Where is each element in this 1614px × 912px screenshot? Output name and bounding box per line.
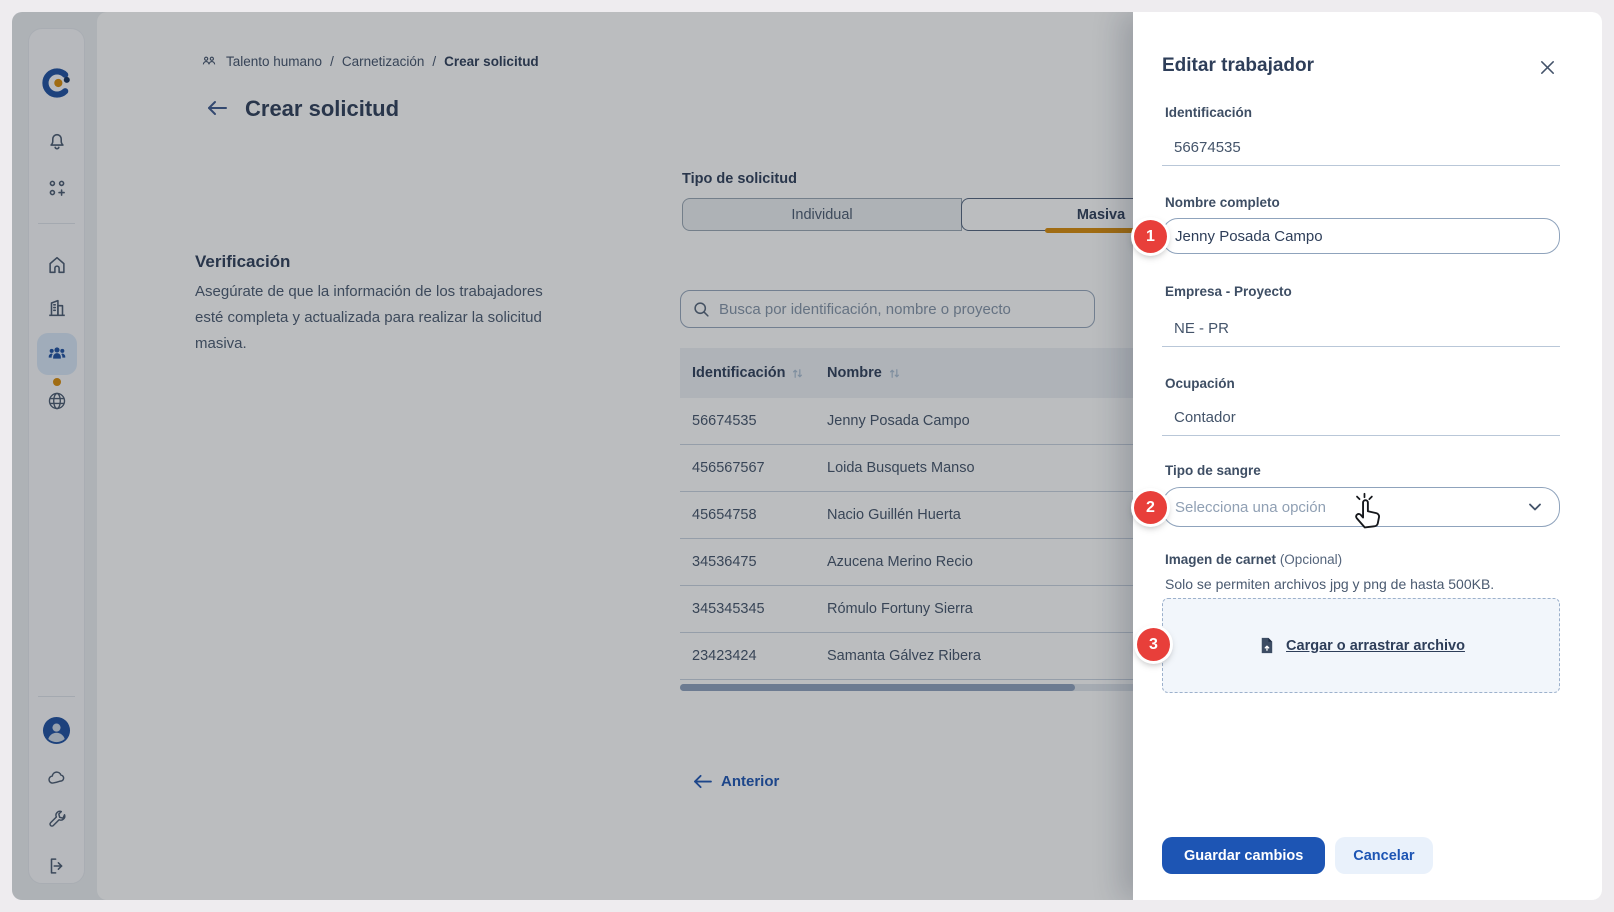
full-name-label: Nombre completo	[1165, 195, 1280, 210]
file-upload-icon	[1257, 636, 1276, 655]
cursor-pointer-icon	[1346, 490, 1390, 539]
file-dropzone[interactable]: Cargar o arrastrar archivo	[1162, 598, 1560, 693]
identification-label: Identificación	[1165, 105, 1252, 120]
annotation-badge-1: 1	[1134, 220, 1167, 253]
blood-type-label: Tipo de sangre	[1165, 463, 1261, 478]
full-name-field	[1162, 218, 1560, 254]
card-image-label: Imagen de carnet (Opcional)	[1165, 552, 1342, 567]
panel-actions: Guardar cambios Cancelar	[1162, 837, 1433, 874]
company-project-value: NE - PR	[1162, 311, 1560, 347]
blood-type-placeholder: Selecciona una opción	[1175, 499, 1326, 516]
occupation-value: Contador	[1162, 400, 1560, 436]
occupation-label: Ocupación	[1165, 376, 1235, 391]
chevron-down-icon	[1527, 499, 1543, 515]
cancel-button[interactable]: Cancelar	[1335, 837, 1432, 874]
annotation-badge-3: 3	[1137, 628, 1170, 661]
app-root: Talento humano / Carnetización / Crear s…	[0, 0, 1614, 912]
panel-title: Editar trabajador	[1162, 55, 1314, 77]
identification-value: 56674535	[1162, 130, 1560, 166]
optional-label: (Opcional)	[1280, 552, 1342, 567]
app-window: Talento humano / Carnetización / Crear s…	[12, 12, 1602, 900]
close-icon	[1538, 58, 1557, 77]
full-name-input[interactable]	[1175, 228, 1547, 245]
save-changes-button[interactable]: Guardar cambios	[1162, 837, 1325, 874]
company-project-label: Empresa - Proyecto	[1165, 284, 1292, 299]
annotation-badge-2: 2	[1134, 491, 1167, 524]
upload-link[interactable]: Cargar o arrastrar archivo	[1286, 638, 1465, 654]
close-panel-button[interactable]	[1536, 56, 1558, 78]
upload-restrictions-note: Solo se permiten archivos jpg y png de h…	[1165, 576, 1494, 592]
dim-overlay	[12, 12, 1133, 900]
